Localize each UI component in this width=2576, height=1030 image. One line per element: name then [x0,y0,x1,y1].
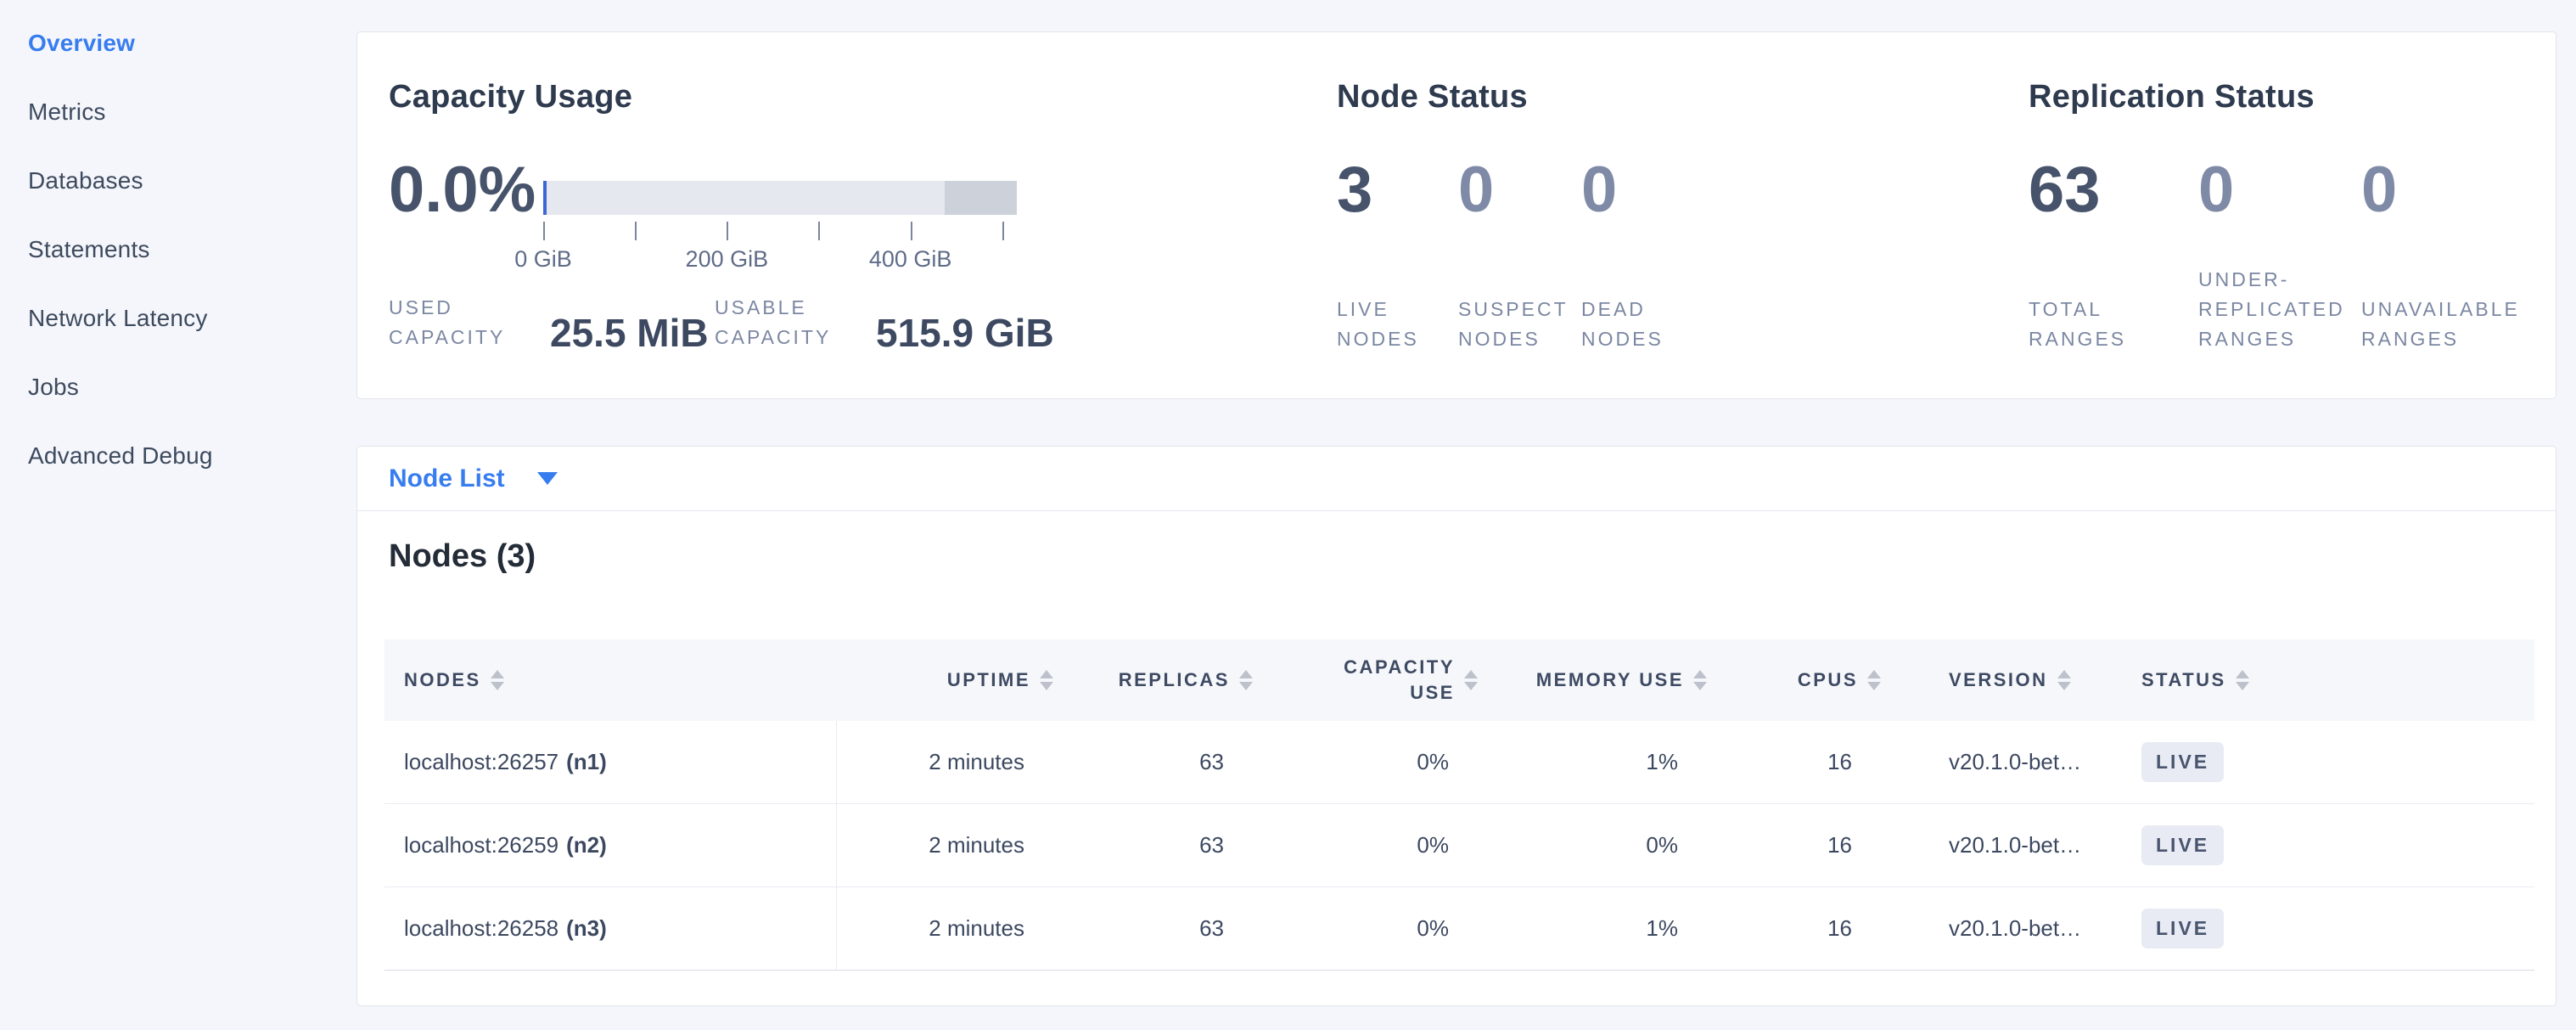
column-header-version[interactable]: VERSION [1881,667,2123,693]
cpus-cell: 16 [1707,887,1881,970]
capacity-use-cell: 0% [1253,887,1478,970]
capacity-gauge-reserved-segment [945,181,1017,215]
status-badge: LIVE [2141,825,2224,865]
sidebar: Overview Metrics Databases Statements Ne… [0,0,356,1030]
sort-icon [491,670,504,690]
node-address-link[interactable]: localhost:26257 [404,749,558,775]
used-capacity-label: USED CAPACITY [389,293,533,356]
replicas-cell: 63 [1053,804,1253,886]
table-row-node-2[interactable]: localhost:26259 (n2) 2 minutes 63 0% 0% … [384,804,2534,887]
node-list-dropdown-label: Node List [389,464,505,493]
chevron-down-icon [537,472,558,485]
capacity-used-percent: 0.0% [389,158,536,222]
sort-icon [1867,670,1881,690]
tick-label-400gib: 400 GiB [869,246,952,273]
sort-icon [1464,670,1478,690]
capacity-gauge-tick-labels: 0 GiB 200 GiB 400 GiB [543,246,1017,275]
nodes-table-header: NODES UPTIME REPLICAS CAPACITY USE MEMOR… [384,639,2534,721]
capacity-gauge-free-segment [547,181,945,215]
usable-capacity-value: 515.9 GiB [876,313,1054,356]
usable-capacity-stat: USABLE CAPACITY 515.9 GiB [715,293,1054,356]
capacity-use-cell: 0% [1253,804,1478,886]
node-id: (n1) [566,749,607,775]
sidebar-item-databases[interactable]: Databases [0,146,356,215]
capacity-usage-title: Capacity Usage [389,79,632,115]
memory-use-cell: 0% [1478,804,1707,886]
used-capacity-value: 25.5 MiB [550,313,709,356]
replicas-cell: 63 [1053,721,1253,803]
node-list-card: Node List Nodes (3) NODES UPTIME REPLICA… [356,446,2556,1006]
node-address-link[interactable]: localhost:26259 [404,832,558,858]
unavailable-ranges-label: UNAVAILABLE RANGES [2361,295,2535,354]
under-replicated-ranges-label: UNDER-REPLICATED RANGES [2198,265,2372,354]
cluster-summary-card: Capacity Usage 0.0% 0 GiB 200 GiB 400 Gi… [356,31,2556,399]
sort-icon [1693,670,1707,690]
version-cell: v20.1.0-bet… [1881,887,2123,970]
capacity-gauge-axis [543,222,1017,240]
column-header-cpus[interactable]: CPUS [1707,667,1881,693]
memory-use-cell: 1% [1478,887,1707,970]
node-status-title: Node Status [1337,79,1528,115]
cpus-cell: 16 [1707,804,1881,886]
dead-nodes-value: 0 [1581,158,1617,222]
column-header-capacity-use[interactable]: CAPACITY USE [1253,655,1478,706]
capacity-gauge [543,181,1017,215]
sort-icon [1040,670,1053,690]
sidebar-item-metrics[interactable]: Metrics [0,77,356,146]
node-id: (n3) [566,915,607,942]
status-badge: LIVE [2141,742,2224,782]
unavailable-ranges-value: 0 [2361,158,2397,222]
capacity-use-cell: 0% [1253,721,1478,803]
cpus-cell: 16 [1707,721,1881,803]
sidebar-item-advanced-debug[interactable]: Advanced Debug [0,421,356,490]
uptime-cell: 2 minutes [837,804,1053,886]
column-header-memory-use[interactable]: MEMORY USE [1478,667,1707,693]
memory-use-cell: 1% [1478,721,1707,803]
sort-icon [1239,670,1253,690]
column-header-replicas[interactable]: REPLICAS [1053,667,1253,693]
node-id: (n2) [566,832,607,858]
sidebar-item-statements[interactable]: Statements [0,215,356,284]
used-capacity-stat: USED CAPACITY 25.5 MiB [389,293,709,356]
sort-icon [2057,670,2071,690]
table-row-node-3[interactable]: localhost:26258 (n3) 2 minutes 63 0% 1% … [384,887,2534,971]
live-nodes-value: 3 [1337,158,1372,222]
uptime-cell: 2 minutes [837,721,1053,803]
total-ranges-value: 63 [2029,158,2101,222]
uptime-cell: 2 minutes [837,887,1053,970]
tick-label-200gib: 200 GiB [686,246,769,273]
sidebar-item-network-latency[interactable]: Network Latency [0,284,356,352]
dead-nodes-label: DEAD NODES [1581,295,1700,354]
suspect-nodes-value: 0 [1458,158,1494,222]
sidebar-item-overview[interactable]: Overview [0,8,356,77]
node-list-dropdown[interactable]: Node List [389,464,558,493]
node-address-link[interactable]: localhost:26258 [404,915,558,942]
table-row-node-1[interactable]: localhost:26257 (n1) 2 minutes 63 0% 1% … [384,721,2534,804]
usable-capacity-label: USABLE CAPACITY [715,293,859,356]
column-header-status[interactable]: STATUS [2123,667,2534,693]
live-nodes-label: LIVE NODES [1337,295,1456,354]
nodes-table: NODES UPTIME REPLICAS CAPACITY USE MEMOR… [384,639,2534,971]
version-cell: v20.1.0-bet… [1881,721,2123,803]
nodes-count-heading: Nodes (3) [389,538,536,575]
suspect-nodes-label: SUSPECT NODES [1458,295,1577,354]
column-header-nodes[interactable]: NODES [384,667,837,693]
status-badge: LIVE [2141,909,2224,948]
total-ranges-label: TOTAL RANGES [2029,295,2203,354]
under-replicated-ranges-value: 0 [2198,158,2234,222]
sort-icon [2236,670,2249,690]
sidebar-item-jobs[interactable]: Jobs [0,352,356,421]
replicas-cell: 63 [1053,887,1253,970]
node-list-toolbar: Node List [357,447,2556,511]
column-header-uptime[interactable]: UPTIME [837,667,1053,693]
tick-label-0gib: 0 GiB [514,246,572,273]
replication-status-title: Replication Status [2029,79,2315,115]
version-cell: v20.1.0-bet… [1881,804,2123,886]
